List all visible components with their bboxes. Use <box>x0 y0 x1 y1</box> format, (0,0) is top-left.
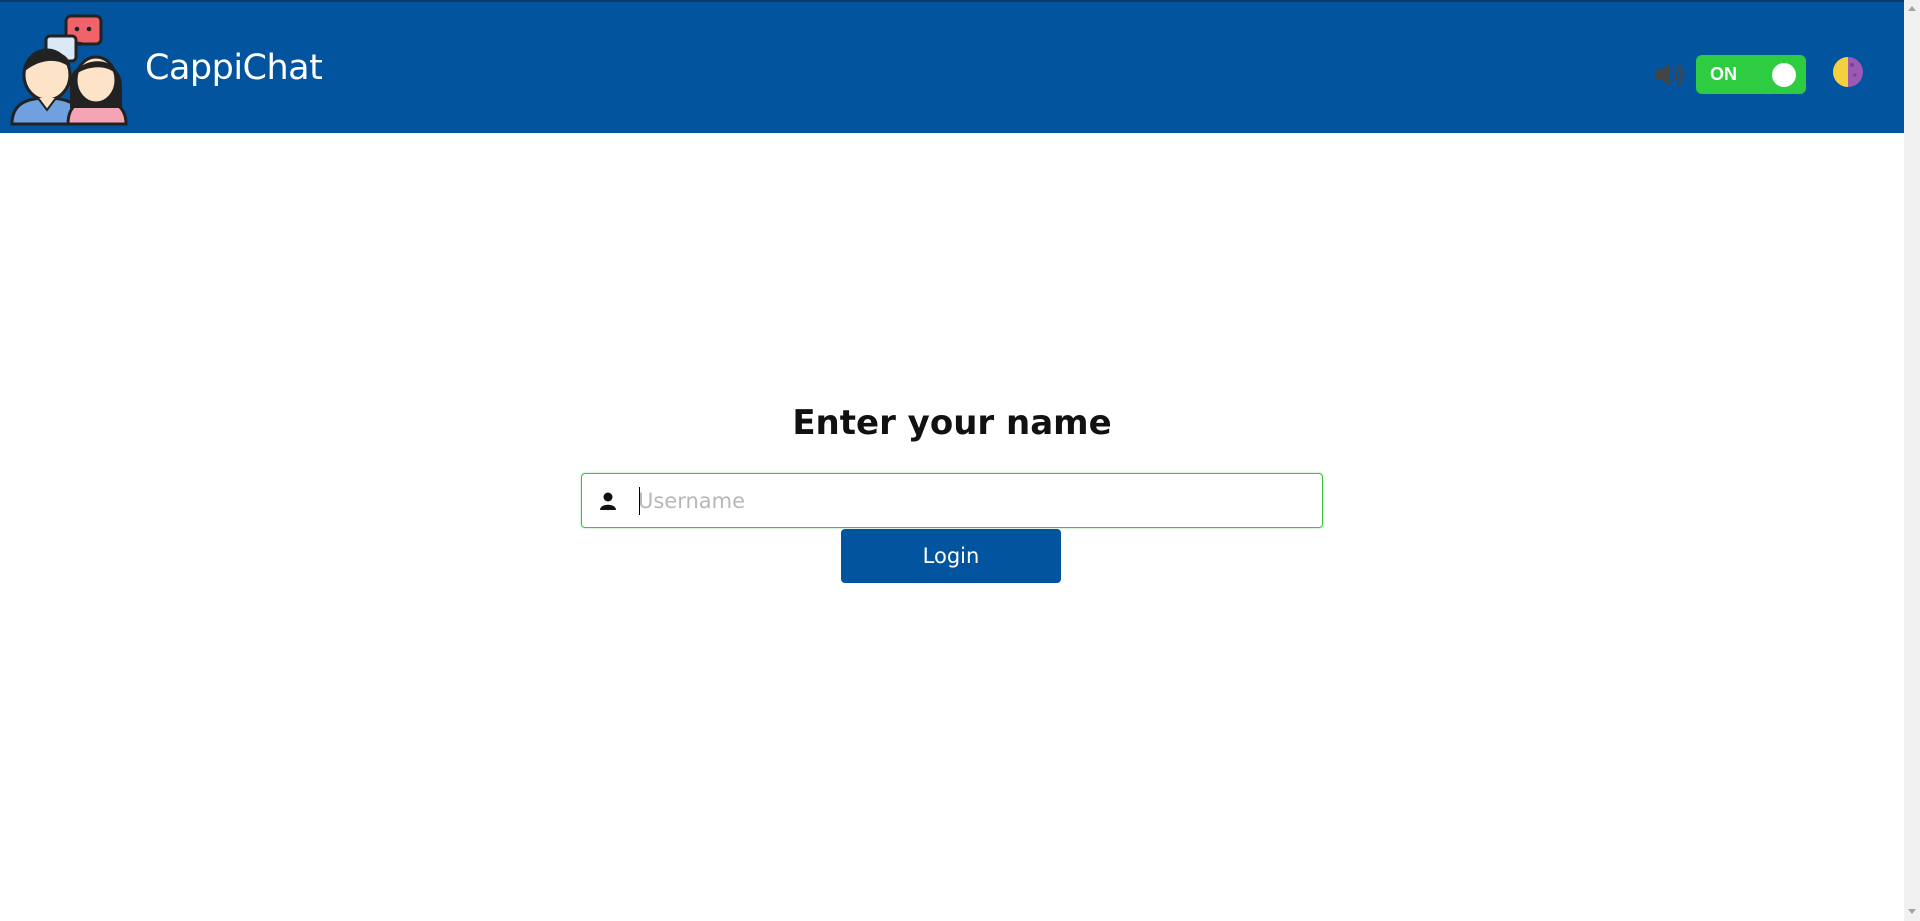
sound-toggle[interactable]: ON <box>1696 55 1806 94</box>
app-header: CappiChat ON <box>0 0 1904 133</box>
scroll-down-arrow-icon[interactable] <box>1908 909 1916 914</box>
page-scrollbar[interactable] <box>1904 0 1920 921</box>
app-title: CappiChat <box>145 48 323 88</box>
sound-toggle-label: ON <box>1710 64 1737 84</box>
two-people-chat-logo-icon <box>10 14 128 126</box>
login-title: Enter your name <box>792 403 1112 443</box>
scroll-up-arrow-icon[interactable] <box>1908 6 1916 11</box>
speaker-icon[interactable] <box>1652 60 1686 90</box>
text-caret <box>639 487 640 515</box>
username-field[interactable] <box>581 473 1323 528</box>
half-moon-theme-icon[interactable] <box>1832 56 1864 88</box>
user-icon <box>600 492 616 510</box>
login-button[interactable]: Login <box>841 529 1061 583</box>
page: CappiChat ON Enter your name Login <box>0 0 1920 921</box>
sound-toggle-knob <box>1772 63 1796 87</box>
username-input[interactable] <box>638 474 1308 527</box>
